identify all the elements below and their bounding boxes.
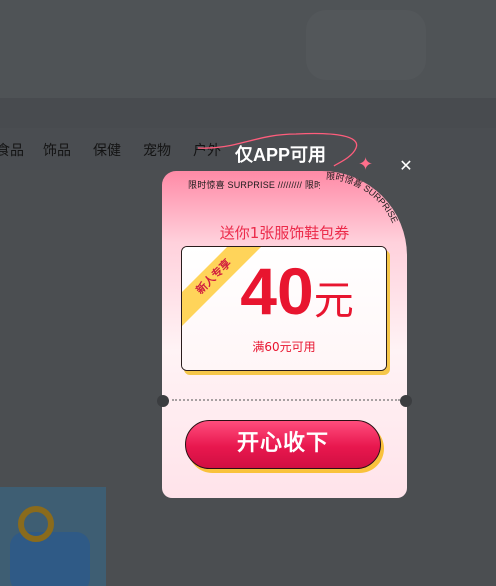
amount-number: 40 xyxy=(240,254,314,328)
coupon-title: 送你1张服饰鞋包券 xyxy=(219,224,350,242)
product-card[interactable] xyxy=(0,487,106,586)
ticket-notch-left xyxy=(157,395,169,407)
nav-item-food[interactable]: 食品 xyxy=(0,140,24,160)
sun-icon xyxy=(18,506,54,542)
nav-item-accessories[interactable]: 饰品 xyxy=(43,140,71,160)
usage-condition: 满60元可用 xyxy=(252,340,316,354)
voucher-ticket: 新人专享 40元 满60元可用 xyxy=(181,246,387,371)
nav-item-pets[interactable]: 宠物 xyxy=(143,140,171,160)
perforation-line xyxy=(172,399,400,401)
app-only-label: 仅APP可用 xyxy=(235,145,327,165)
background-band xyxy=(0,98,496,128)
nav-item-health[interactable]: 保健 xyxy=(93,140,121,160)
accept-coupon-button[interactable]: 开心收下 xyxy=(185,420,381,469)
amount-unit: 元 xyxy=(313,278,354,324)
coupon-amount: 40元 xyxy=(212,253,382,329)
banner-graphic xyxy=(306,10,426,80)
background-banner xyxy=(0,0,496,98)
ticket-notch-right xyxy=(400,395,412,407)
product-image xyxy=(10,532,90,586)
